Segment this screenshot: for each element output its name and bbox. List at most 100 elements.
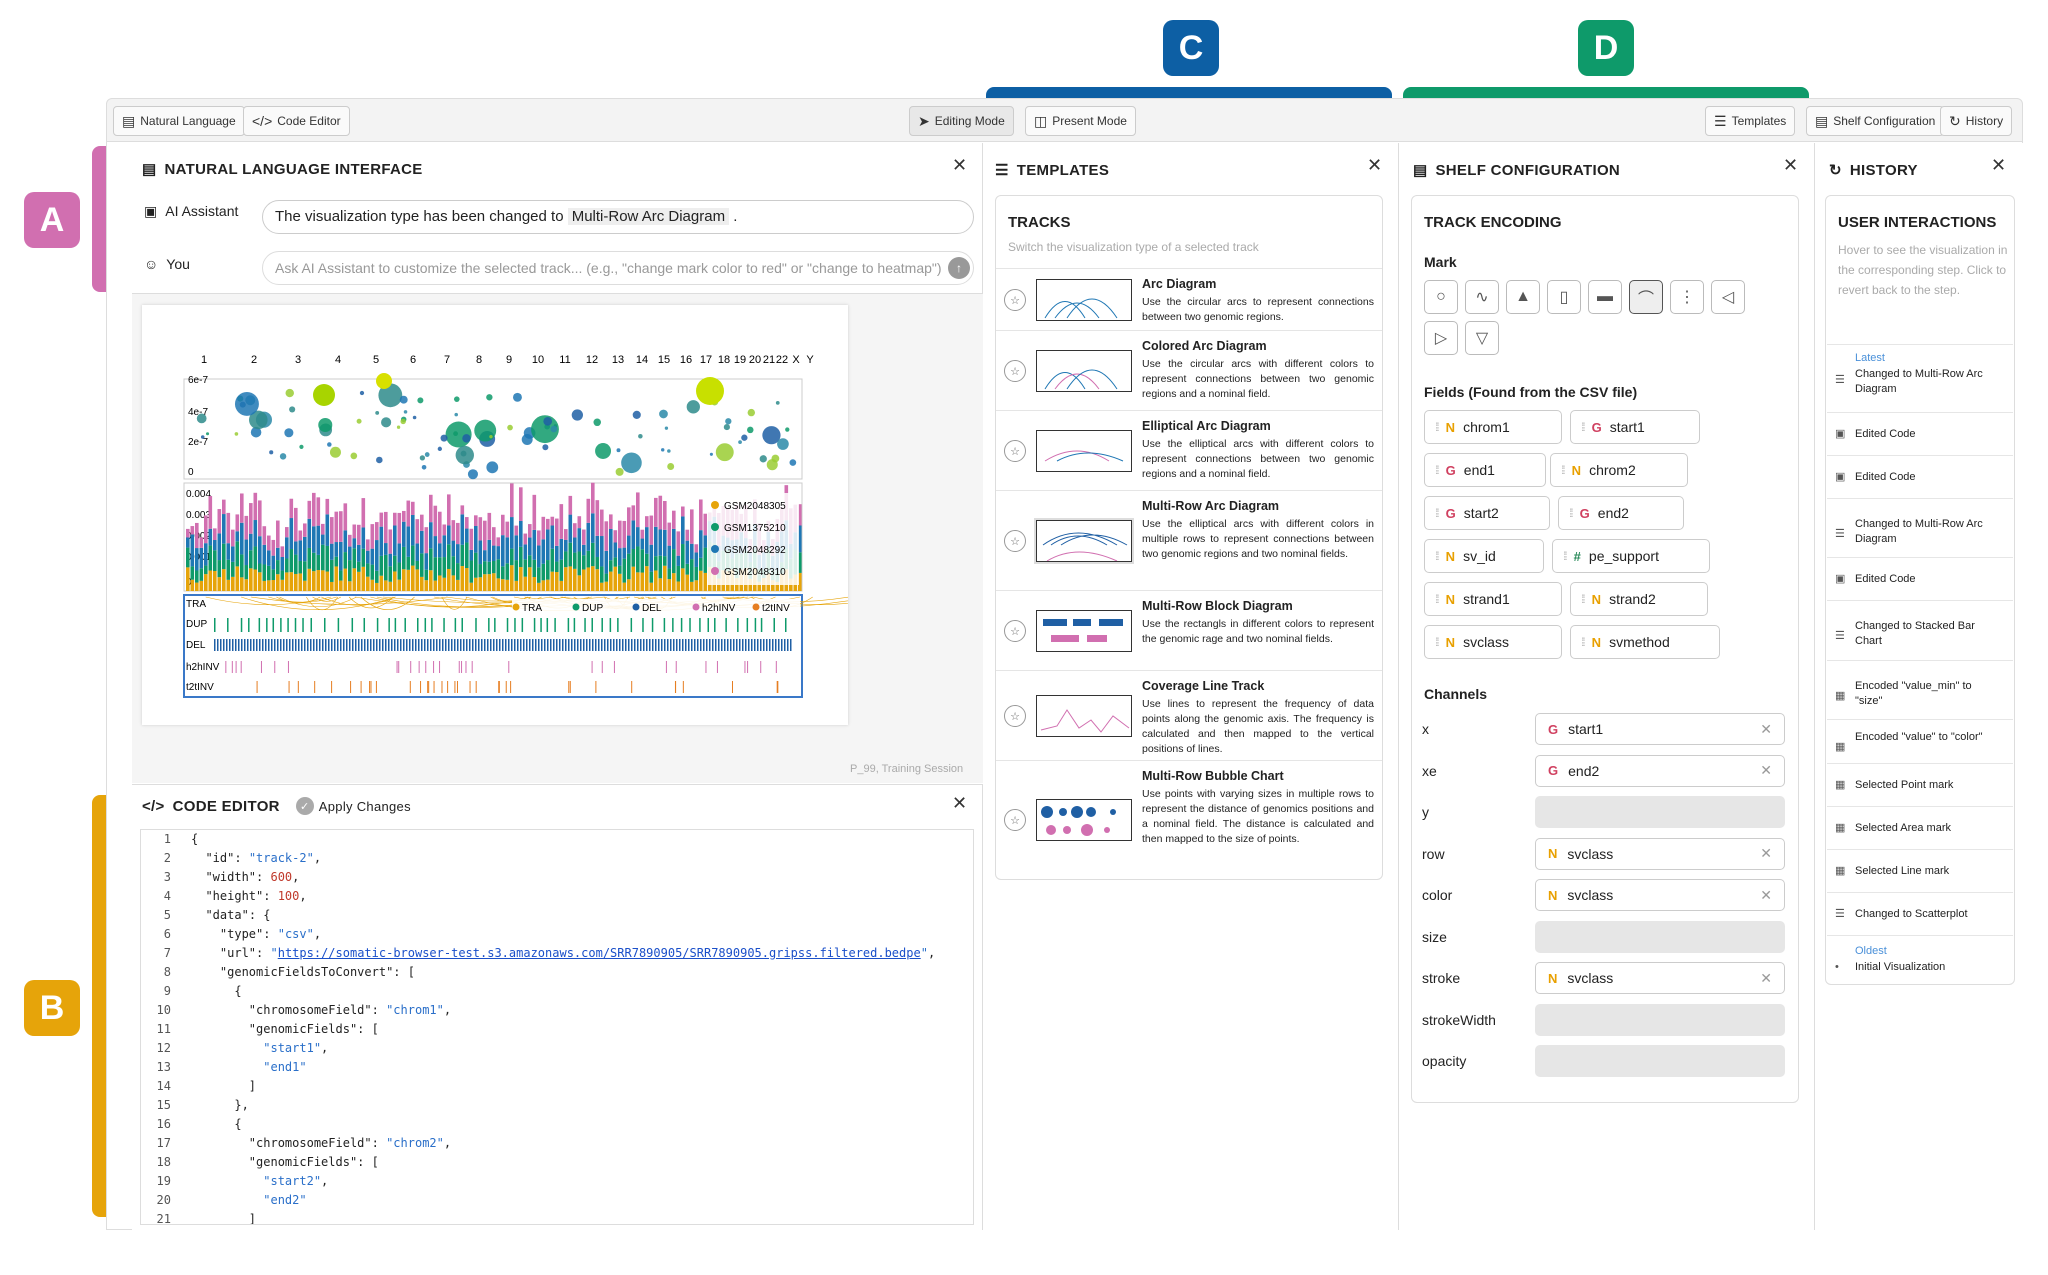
history-button[interactable]: ↻ History (1940, 106, 2013, 136)
mark-triangle-bottom[interactable]: ▽ (1465, 321, 1499, 355)
line-number: 15 (156, 1098, 171, 1112)
mark-rect[interactable]: ▬ (1588, 280, 1622, 314)
drag-handle-icon[interactable]: ⁞⁞ (1435, 506, 1439, 520)
history-item[interactable]: ▣ Edited Code (1827, 557, 2013, 600)
mark-bar[interactable]: ▯ (1547, 280, 1581, 314)
field-chip[interactable]: ⁞⁞ Nchrom2 (1550, 453, 1688, 487)
channel-slot[interactable] (1535, 920, 1785, 953)
field-chip[interactable]: ⁞⁞ # pe_support (1552, 539, 1710, 573)
history-item[interactable]: ▣ Edited Code (1827, 412, 2013, 455)
apply-changes-button[interactable]: ✓ Apply Changes (295, 797, 411, 815)
stacked-bar-segment (253, 520, 258, 547)
drag-handle-icon[interactable]: ⁞⁞ (1435, 549, 1439, 563)
field-chip[interactable]: ⁞⁞ Gstart1 (1570, 410, 1700, 444)
pin-icon[interactable]: ☆ (1004, 530, 1026, 552)
drag-handle-icon[interactable]: ⁞⁞ (1435, 420, 1439, 434)
template-item[interactable]: ☆ Coverage Line Track Use lines to represe… (996, 670, 1382, 760)
pin-icon[interactable]: ☆ (1004, 440, 1026, 462)
triangle-down-icon: ▽ (1475, 330, 1489, 347)
pin-icon[interactable]: ☆ (1004, 705, 1026, 727)
history-item[interactable]: ▣ Edited Code (1827, 455, 2013, 498)
drag-handle-icon[interactable]: ⁞⁞ (1581, 592, 1585, 606)
history-item[interactable]: ▦ Selected Area mark (1827, 806, 2013, 849)
channel-slot[interactable]: Gstart1 ✕ (1535, 713, 1785, 745)
pin-icon[interactable]: ☆ (1004, 620, 1026, 642)
history-item[interactable]: ▦ Encoded "value" to "color" (1827, 719, 2013, 763)
drag-handle-icon[interactable]: ⁞⁞ (1561, 463, 1565, 477)
template-item[interactable]: ☆ Colored Arc Diagram Use the circular arc… (996, 330, 1382, 410)
field-chip[interactable]: ⁞⁞ Nstrand1 (1424, 582, 1562, 616)
drag-handle-icon[interactable]: ⁞⁞ (1563, 549, 1567, 563)
history-item[interactable]: ▦ Encoded "value_min" to "size" (1827, 660, 2013, 719)
channel-slot[interactable] (1535, 796, 1785, 828)
history-item[interactable]: ☰ Changed to Multi-Row Arc Diagram (1827, 498, 2013, 557)
channel-slot[interactable]: Nsvclass ✕ (1535, 879, 1785, 911)
field-chip[interactable]: ⁞⁞ Nsv_id (1424, 539, 1544, 573)
shelf-configuration-button[interactable]: ▤ Shelf Configuration (1806, 106, 1945, 136)
close-icon[interactable]: ✕ (1783, 155, 1798, 176)
history-item[interactable]: Latest ☰ Changed to Multi-Row Arc Diagram (1827, 344, 2013, 412)
send-icon[interactable]: ↑ (948, 257, 970, 279)
field-chip[interactable]: ⁞⁞ Nchrom1 (1424, 410, 1562, 444)
history-item[interactable]: ☰ Changed to Stacked Bar Chart (1827, 600, 2013, 660)
template-item[interactable]: ☆ Multi-Row Arc Diagram Use the elliptical… (996, 490, 1382, 590)
channel-slot[interactable]: Nsvclass ✕ (1535, 837, 1785, 870)
pin-icon[interactable]: ☆ (1004, 809, 1026, 831)
template-item[interactable]: ☆ Arc Diagram Use the circular arcs to rep… (996, 268, 1382, 330)
close-icon[interactable]: ✕ (1367, 155, 1382, 176)
close-icon[interactable]: ✕ (1991, 155, 2006, 176)
stacked-bar-segment (465, 528, 469, 543)
channel-slot[interactable] (1535, 1003, 1785, 1036)
history-item[interactable]: ☰ Changed to Scatterplot (1827, 892, 2013, 935)
mark-line[interactable]: ∿ (1465, 280, 1499, 314)
code-area[interactable]: 1 {2 "id": "track-2", 3 "width": 600, 4 "he… (140, 829, 974, 1225)
drag-handle-icon[interactable]: ⁞⁞ (1435, 592, 1439, 606)
remove-icon[interactable]: ✕ (1760, 721, 1772, 738)
field-chip[interactable]: ⁞⁞ Gend1 (1424, 453, 1546, 487)
gosling-visualization[interactable]: 1 2 3 4 5 6 7 8 9 10 11 12 13 14 15 16 17 18 19 20 21 22 X Y 6e-… (142, 305, 888, 725)
channel-slot[interactable]: Gend2 ✕ (1535, 754, 1785, 787)
close-icon[interactable]: ✕ (952, 155, 967, 176)
field-name: svmethod (1609, 634, 1670, 650)
code-link[interactable]: https://somatic-browser-test.s3.amazonaw… (278, 946, 921, 960)
remove-icon[interactable]: ✕ (1760, 845, 1772, 862)
field-chip[interactable]: ⁞⁞ Nsvclass (1424, 625, 1562, 659)
del-mark (682, 639, 684, 651)
code-editor-button[interactable]: </> Code Editor (243, 106, 350, 136)
field-chip[interactable]: ⁞⁞ Nstrand2 (1570, 582, 1708, 616)
close-icon[interactable]: ✕ (952, 793, 967, 814)
field-chip[interactable]: ⁞⁞ Nsvmethod (1570, 625, 1720, 659)
mark-withinlink[interactable]: ⌒ (1629, 280, 1663, 314)
template-item[interactable]: ☆ Elliptical Arc Diagram Use the elliptica… (996, 410, 1382, 490)
mark-point[interactable]: ○ (1424, 280, 1458, 314)
history-item[interactable]: Oldest • Initial Visualization (1827, 935, 2013, 995)
channel-slot[interactable]: Nsvclass ✕ (1535, 962, 1785, 994)
pin-icon[interactable]: ☆ (1004, 360, 1026, 382)
template-item[interactable]: ☆ Multi-Row Bubble Chart Use points with v… (996, 760, 1382, 878)
mark-triangle-right[interactable]: ▷ (1424, 321, 1458, 355)
history-item[interactable]: ▦ Selected Line mark (1827, 849, 2013, 892)
mark-area[interactable]: ▲ (1506, 280, 1540, 314)
template-item[interactable]: ☆ Multi-Row Block Diagram Use the rectangl… (996, 590, 1382, 670)
field-chip[interactable]: ⁞⁞ Gend2 (1558, 496, 1684, 530)
drag-handle-icon[interactable]: ⁞⁞ (1569, 506, 1573, 520)
present-mode-button[interactable]: ◫ Present Mode (1025, 106, 1136, 136)
mark-rule[interactable]: ⋮ (1670, 280, 1704, 314)
drag-handle-icon[interactable]: ⁞⁞ (1581, 420, 1585, 434)
drag-handle-icon[interactable]: ⁞⁞ (1435, 635, 1439, 649)
drag-handle-icon[interactable]: ⁞⁞ (1581, 635, 1585, 649)
field-chip[interactable]: ⁞⁞ Gstart2 (1424, 496, 1550, 530)
remove-icon[interactable]: ✕ (1760, 970, 1772, 987)
pin-icon[interactable]: ☆ (1004, 289, 1026, 311)
stacked-bar-segment (537, 567, 541, 583)
remove-icon[interactable]: ✕ (1760, 762, 1772, 779)
nli-input[interactable]: Ask AI Assistant to customize the select… (262, 251, 974, 285)
drag-handle-icon[interactable]: ⁞⁞ (1435, 463, 1439, 477)
editing-mode-button[interactable]: ➤ Editing Mode (909, 106, 1014, 136)
natural-language-button[interactable]: ▤ Natural Language (113, 106, 245, 136)
mark-triangle-left[interactable]: ◁ (1711, 280, 1745, 314)
channel-slot[interactable] (1535, 1045, 1785, 1077)
remove-icon[interactable]: ✕ (1760, 887, 1772, 904)
templates-button[interactable]: ☰ Templates (1705, 106, 1796, 136)
history-item[interactable]: ▦ Selected Point mark (1827, 763, 2013, 806)
